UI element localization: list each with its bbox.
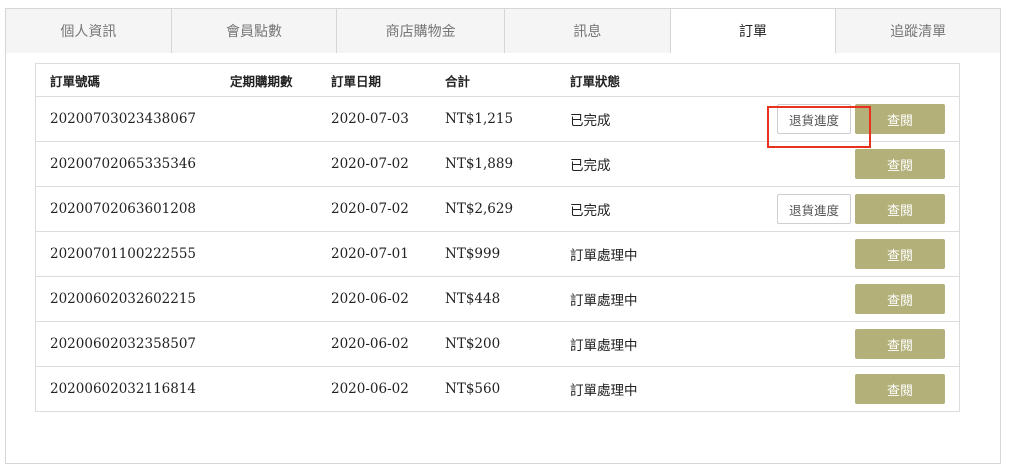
tab-messages[interactable]: 訊息 — [505, 9, 671, 53]
view-order-button[interactable]: 查閱 — [855, 194, 945, 224]
order-number: 20200703023438067 — [50, 111, 197, 127]
table-row: 20200703023438067 2020-07-03 NT$1,215 已完… — [36, 96, 959, 141]
order-date: 2020-07-02 — [331, 156, 409, 172]
view-order-button[interactable]: 查閱 — [855, 239, 945, 269]
order-number: 20200602032358507 — [50, 336, 197, 352]
view-order-button[interactable]: 查閱 — [855, 374, 945, 404]
order-total: NT$2,629 — [445, 201, 514, 217]
order-date: 2020-07-02 — [331, 201, 409, 217]
order-status: 訂單處理中 — [570, 248, 638, 264]
view-order-button[interactable]: 查閱 — [855, 284, 945, 314]
order-date: 2020-06-02 — [331, 381, 409, 397]
order-number: 20200702065335346 — [50, 156, 197, 172]
order-status: 已完成 — [570, 113, 611, 129]
header-order-no: 訂單號碼 — [50, 73, 101, 89]
view-order-button[interactable]: 查閱 — [855, 329, 945, 359]
header-order-date: 訂單日期 — [331, 73, 382, 89]
return-progress-button[interactable]: 退貨進度 — [777, 194, 851, 224]
table-header-row: 訂單號碼 定期購期數 訂單日期 合計 訂單狀態 — [36, 64, 959, 96]
order-total: NT$1,889 — [445, 156, 514, 172]
tab-store-credit[interactable]: 商店購物金 — [337, 9, 505, 53]
order-date: 2020-06-02 — [331, 336, 409, 352]
view-order-button[interactable]: 查閱 — [855, 104, 945, 134]
return-progress-button[interactable]: 退貨進度 — [777, 104, 851, 134]
order-status: 訂單處理中 — [570, 383, 638, 399]
table-row: 20200602032602215 2020-06-02 NT$448 訂單處理… — [36, 276, 959, 321]
tab-profile[interactable]: 個人資訊 — [6, 9, 172, 53]
tab-wishlist[interactable]: 追蹤清單 — [836, 9, 1001, 53]
table-row: 20200602032116814 2020-06-02 NT$560 訂單處理… — [36, 366, 959, 411]
order-number: 20200602032602215 — [50, 291, 197, 307]
order-total: NT$200 — [445, 336, 501, 352]
table-row: 20200702065335346 2020-07-02 NT$1,889 已完… — [36, 141, 959, 186]
order-status: 已完成 — [570, 158, 611, 174]
header-subscription-period: 定期購期數 — [230, 73, 293, 89]
orders-table: 訂單號碼 定期購期數 訂單日期 合計 訂單狀態 2020070302343806… — [35, 63, 960, 412]
order-total: NT$560 — [445, 381, 501, 397]
order-number: 20200702063601208 — [50, 201, 197, 217]
order-total: NT$999 — [445, 246, 501, 262]
header-status: 訂單狀態 — [570, 73, 621, 89]
header-total: 合計 — [445, 73, 471, 89]
order-status: 訂單處理中 — [570, 338, 638, 354]
order-status: 訂單處理中 — [570, 293, 638, 309]
order-date: 2020-06-02 — [331, 291, 409, 307]
order-total: NT$448 — [445, 291, 501, 307]
order-date: 2020-07-03 — [331, 111, 409, 127]
table-row: 20200701100222555 2020-07-01 NT$999 訂單處理… — [36, 231, 959, 276]
table-row: 20200602032358507 2020-06-02 NT$200 訂單處理… — [36, 321, 959, 366]
order-date: 2020-07-01 — [331, 246, 409, 262]
tab-member-points[interactable]: 會員點數 — [171, 9, 338, 53]
order-status: 已完成 — [570, 203, 611, 219]
order-number: 20200701100222555 — [50, 246, 197, 262]
view-order-button[interactable]: 查閱 — [855, 149, 945, 179]
account-tabs: 個人資訊 會員點數 商店購物金 訊息 訂單 追蹤清單 — [6, 9, 1001, 54]
table-row: 20200702063601208 2020-07-02 NT$2,629 已完… — [36, 186, 959, 231]
tab-orders[interactable]: 訂單 — [670, 9, 837, 54]
order-total: NT$1,215 — [445, 111, 514, 127]
order-number: 20200602032116814 — [50, 381, 197, 397]
